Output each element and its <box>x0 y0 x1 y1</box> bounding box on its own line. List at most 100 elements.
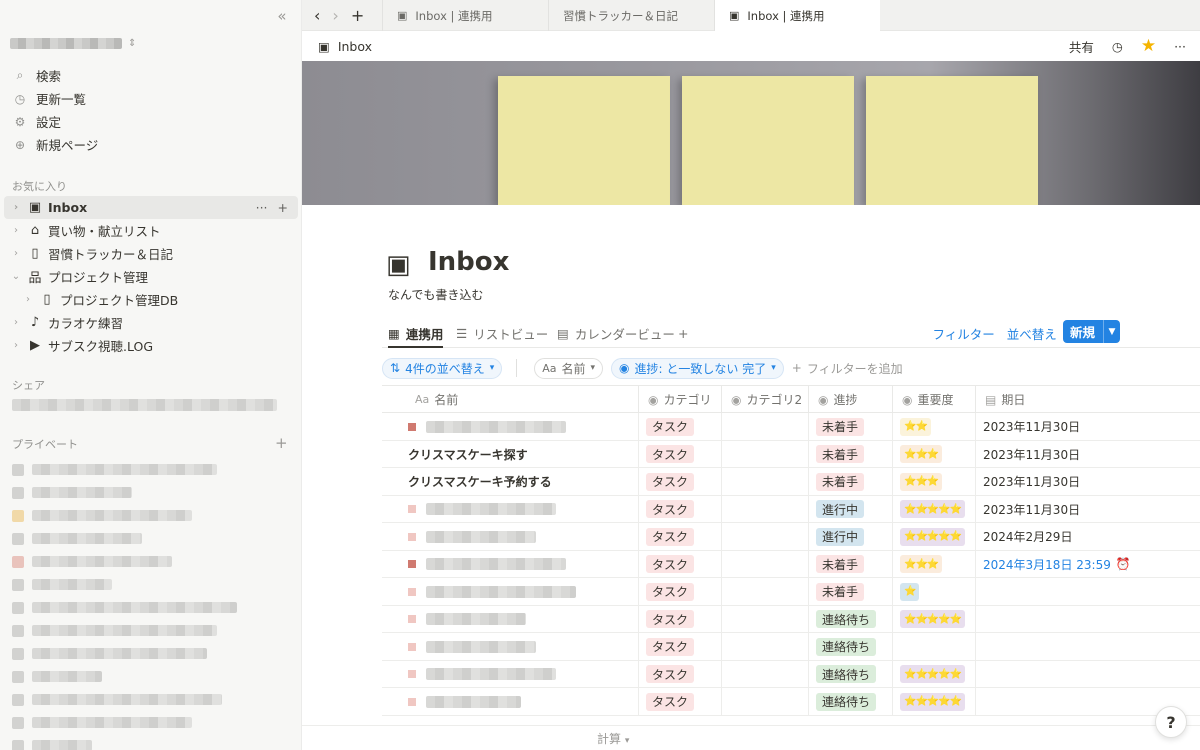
cell-importance[interactable]: ⭐⭐⭐⭐⭐ <box>893 605 976 633</box>
cell-name[interactable] <box>382 605 639 633</box>
chevron-right-icon[interactable]: › <box>22 294 34 305</box>
private-item-redacted[interactable] <box>12 665 292 688</box>
private-item-redacted[interactable] <box>12 481 292 504</box>
private-item-redacted[interactable] <box>12 734 292 750</box>
private-item-redacted[interactable] <box>12 642 292 665</box>
cell-name[interactable] <box>382 413 639 440</box>
plus-icon[interactable]: + <box>278 200 288 215</box>
cell-name[interactable] <box>382 550 639 578</box>
name-filter-pill[interactable]: Aa 名前 ▾ <box>534 357 604 379</box>
private-item-redacted[interactable] <box>12 527 292 550</box>
cell-progress[interactable]: 未着手 <box>809 413 893 440</box>
add-view-icon[interactable]: + <box>678 320 688 346</box>
row-name-redacted[interactable] <box>426 695 521 708</box>
cell-importance[interactable]: ⭐ <box>893 578 976 605</box>
more-icon[interactable]: ··· <box>256 200 268 215</box>
cell-category[interactable]: タスク <box>639 605 722 633</box>
sort-button[interactable]: 並べ替え <box>1007 324 1057 343</box>
cell-progress[interactable]: 未着手 <box>809 578 893 605</box>
cell-name[interactable] <box>382 633 639 660</box>
table-row[interactable]: タスク 未着手 ⭐⭐⭐ 2024年3月18日 23:59 ⏰ <box>382 550 1200 578</box>
forward-icon[interactable]: › <box>332 6 338 25</box>
table-row[interactable]: タスク 連絡待ち ⭐⭐⭐⭐⭐ <box>382 605 1200 633</box>
cell-due-date[interactable] <box>976 578 1200 605</box>
row-name-redacted[interactable] <box>426 558 566 570</box>
cell-name[interactable] <box>382 578 639 605</box>
table-row[interactable]: タスク 連絡待ち <box>382 633 1200 661</box>
row-name-redacted[interactable] <box>426 420 566 433</box>
cell-importance[interactable]: ⭐⭐⭐⭐⭐ <box>893 523 976 550</box>
cell-importance[interactable]: ⭐⭐⭐ <box>893 550 976 578</box>
sort-pill[interactable]: ⇅ 4件の並べ替え ▾ <box>382 357 503 379</box>
table-row[interactable]: クリスマスケーキ探す タスク 未着手 ⭐⭐⭐ 2023年11月30日 <box>382 440 1200 468</box>
chevron-right-icon[interactable]: › <box>10 248 22 259</box>
page-description[interactable]: なんでも書き込む <box>388 286 483 303</box>
row-name-redacted[interactable] <box>426 668 556 680</box>
cell-importance[interactable]: ⭐⭐ <box>893 413 976 440</box>
favorite-item[interactable]: › ♪ カラオケ練習 <box>0 311 301 334</box>
cell-due-date[interactable]: 2023年11月30日 <box>976 468 1200 495</box>
row-name-redacted[interactable] <box>426 503 556 515</box>
cell-category[interactable]: タスク <box>639 633 722 660</box>
cell-progress[interactable]: 連絡待ち <box>809 605 893 633</box>
chevron-right-icon[interactable]: › <box>10 202 22 213</box>
cell-category[interactable]: タスク <box>639 440 722 468</box>
row-name-redacted[interactable] <box>426 585 576 598</box>
sidebar-menu-item[interactable]: ⌕ 検索 <box>0 64 301 87</box>
column-header-progress[interactable]: ◉ 進捗 <box>809 386 893 413</box>
cell-category[interactable]: タスク <box>639 550 722 578</box>
cell-category2[interactable] <box>722 413 809 440</box>
filter-button[interactable]: フィルター <box>933 324 995 343</box>
column-header-importance[interactable]: ◉ 重要度 <box>893 386 976 413</box>
cell-importance[interactable]: ⭐⭐⭐⭐⭐ <box>893 495 976 523</box>
private-item-redacted[interactable] <box>12 596 292 619</box>
double-chevron-left-icon[interactable]: « <box>272 6 292 26</box>
favorite-item[interactable]: › ▯ プロジェクト管理DB <box>0 288 301 311</box>
cell-name[interactable] <box>382 495 639 523</box>
add-filter-button[interactable]: + フィルターを追加 <box>792 360 903 377</box>
table-row[interactable]: クリスマスケーキ予約する タスク 未着手 ⭐⭐⭐ 2023年11月30日 <box>382 468 1200 496</box>
cell-category2[interactable] <box>722 660 809 688</box>
favorite-item[interactable]: › ▣ Inbox ··· + <box>4 196 298 219</box>
more-options-icon[interactable]: ··· <box>1174 39 1186 54</box>
table-row[interactable]: タスク 連絡待ち ⭐⭐⭐⭐⭐ <box>382 688 1200 716</box>
private-item-redacted[interactable] <box>12 504 292 527</box>
cell-due-date[interactable] <box>976 606 1200 633</box>
cell-progress[interactable]: 進行中 <box>809 495 893 523</box>
tab-inbox-active[interactable]: ▣ Inbox | 連携用 <box>714 0 880 31</box>
tab-inbox-1[interactable]: ▣ Inbox | 連携用 <box>382 0 548 31</box>
row-name[interactable]: クリスマスケーキ探す <box>408 446 528 463</box>
private-item-redacted[interactable] <box>12 688 292 711</box>
cell-due-date[interactable]: 2023年11月30日 <box>976 413 1200 440</box>
cell-category2[interactable] <box>722 440 809 468</box>
cell-importance[interactable]: ⭐⭐⭐⭐⭐ <box>893 688 976 715</box>
view-tab-calendar[interactable]: ▤ カレンダービュー <box>557 320 675 346</box>
chevron-right-icon[interactable]: › <box>10 317 22 328</box>
cell-progress[interactable]: 連絡待ち <box>809 660 893 688</box>
table-row[interactable]: タスク 連絡待ち ⭐⭐⭐⭐⭐ <box>382 660 1200 688</box>
cell-name[interactable] <box>382 688 639 715</box>
sidebar-menu-item[interactable]: ⚙ 設定 <box>0 110 301 133</box>
back-icon[interactable]: ‹ <box>314 6 320 25</box>
chevron-down-icon[interactable]: ⌄ <box>10 271 22 282</box>
cell-progress[interactable]: 進行中 <box>809 523 893 550</box>
calculate-button[interactable]: 計算 ▾ <box>597 730 629 747</box>
help-button[interactable]: ? <box>1155 706 1187 738</box>
cell-category2[interactable] <box>722 605 809 633</box>
tab-habit-tracker[interactable]: 習慣トラッカー＆日記 <box>548 0 714 31</box>
cell-category[interactable]: タスク <box>639 413 722 440</box>
cell-category[interactable]: タスク <box>639 495 722 523</box>
cell-category2[interactable] <box>722 688 809 715</box>
cell-progress[interactable]: 未着手 <box>809 440 893 468</box>
cell-category2[interactable] <box>722 495 809 523</box>
chevron-right-icon[interactable]: › <box>10 225 22 236</box>
cell-due-date[interactable] <box>976 633 1200 660</box>
sidebar-menu-item[interactable]: ◷ 更新一覧 <box>0 87 301 110</box>
history-clock-icon[interactable]: ◷ <box>1112 39 1123 54</box>
new-tab-icon[interactable]: + <box>351 6 364 25</box>
share-button[interactable]: 共有 <box>1069 37 1094 56</box>
table-row[interactable]: タスク 未着手 ⭐ <box>382 578 1200 606</box>
cell-progress[interactable]: 未着手 <box>809 550 893 578</box>
favorite-star-icon[interactable]: ★ <box>1141 36 1156 56</box>
column-header-category[interactable]: ◉ カテゴリ <box>639 386 722 413</box>
